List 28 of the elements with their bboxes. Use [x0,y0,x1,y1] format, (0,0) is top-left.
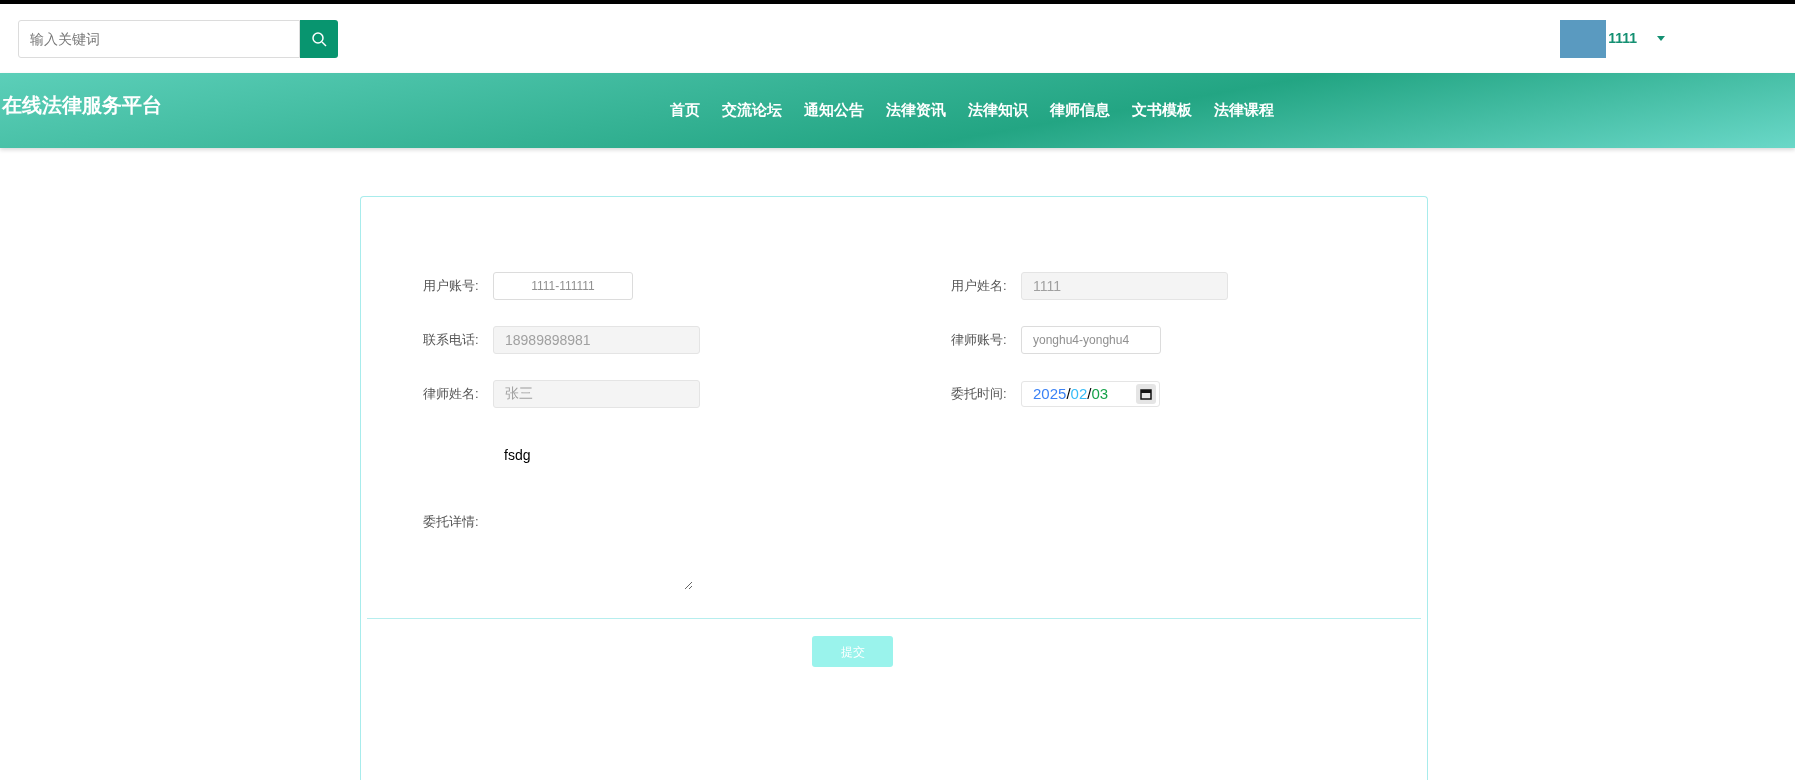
field-label: 律师账号: [951,331,1008,350]
nav-link[interactable]: 通知公告 [804,99,864,122]
input-field[interactable]: 1111-111111 [493,272,633,300]
nav-link[interactable]: 文书模板 [1132,99,1192,122]
search-field[interactable]: 输入关键词 [18,19,300,58]
field-label: 委托时间: [951,385,1008,404]
caret-icon[interactable] [1657,36,1665,41]
field-label: 委托详情: [423,512,480,531]
site-title: 在线法律服务平台 [2,93,162,118]
nav-link[interactable]: 法律资讯 [886,99,946,122]
nav-link[interactable]: 法律知识 [968,99,1028,122]
user-name[interactable]: 1111 [1608,28,1637,49]
nav-link[interactable]: 交流论坛 [722,99,782,122]
date-value: 2025/02/03 [1033,383,1110,404]
details-textarea[interactable]: fsdg [493,445,693,590]
date-field[interactable]: 2025/02/03 [1021,381,1160,407]
calendar-icon[interactable] [1136,384,1156,404]
field-label: 用户账号: [423,277,480,296]
search-icon [311,30,327,47]
field-label: 用户姓名: [951,277,1008,296]
avatar-image[interactable] [1560,19,1607,58]
input-field[interactable]: yonghu4-yonghu4 [1021,326,1161,354]
search-button[interactable] [300,19,338,58]
field-label: 律师姓名: [423,385,480,404]
nav-link[interactable]: 法律课程 [1214,99,1274,122]
nav-link[interactable]: 律师信息 [1050,99,1110,122]
field-label: 联系电话: [423,331,480,350]
nav-link[interactable]: 首页 [670,99,700,122]
